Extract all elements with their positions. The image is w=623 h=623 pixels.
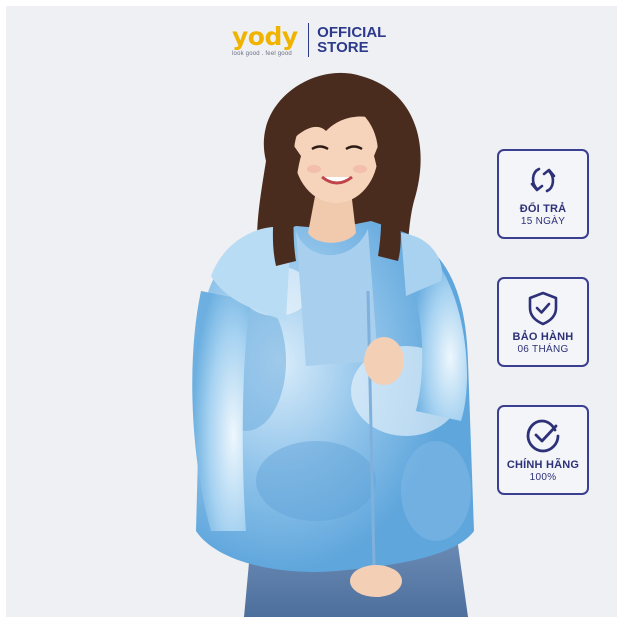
authentic-badge: CHÍNH HÃNG 100% <box>497 405 589 495</box>
badge-subtitle: 100% <box>529 472 557 483</box>
logo-wordmark: yody <box>232 21 298 51</box>
check-circle-icon <box>525 417 561 455</box>
model-photo <box>192 72 474 617</box>
return-policy-badge: ĐỔI TRẢ 15 NGÀY <box>497 149 589 239</box>
shield-check-icon <box>526 289 560 327</box>
badge-title: CHÍNH HÃNG <box>506 459 580 471</box>
refresh-icon <box>526 161 560 199</box>
product-image-frame: yody look good . feel good OFFICIAL STOR… <box>6 6 617 617</box>
brand-header: yody look good . feel good OFFICIAL STOR… <box>232 18 386 62</box>
logo-tagline: look good . feel good <box>232 50 292 57</box>
badge-subtitle: 06 THÁNG <box>517 344 569 355</box>
official-store-label: OFFICIAL STORE <box>317 25 386 55</box>
store-label-line2: STORE <box>317 39 369 56</box>
yody-logo: yody look good . feel good <box>232 24 298 57</box>
store-label-line1: OFFICIAL <box>317 24 387 41</box>
badge-title: ĐỔI TRẢ <box>519 203 567 215</box>
warranty-badge: BẢO HÀNH 06 THÁNG <box>497 277 589 367</box>
brand-divider <box>307 23 310 57</box>
badge-subtitle: 15 NGÀY <box>520 216 566 227</box>
badge-title: BẢO HÀNH <box>512 331 574 343</box>
